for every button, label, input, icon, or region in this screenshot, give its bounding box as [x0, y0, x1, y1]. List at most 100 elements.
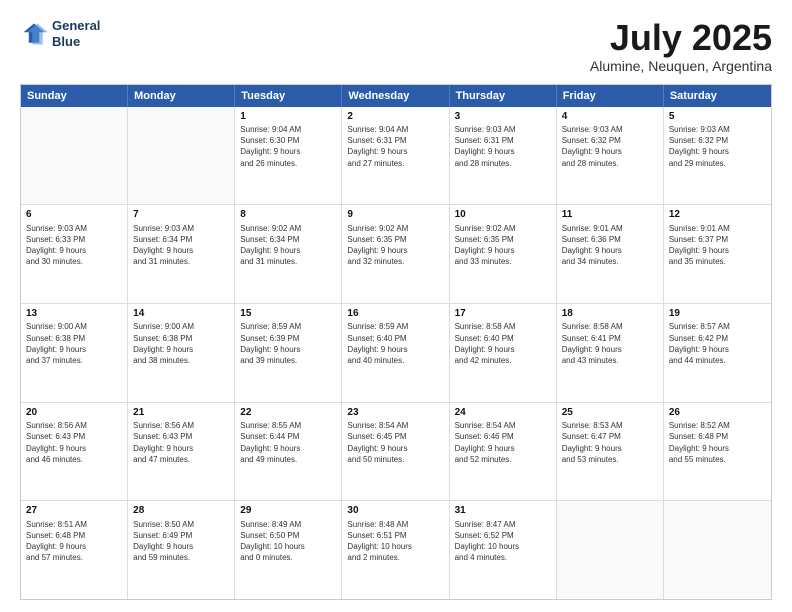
calendar-cell: 10Sunrise: 9:02 AMSunset: 6:35 PMDayligh…: [450, 205, 557, 303]
cell-info: Sunrise: 9:04 AMSunset: 6:31 PMDaylight:…: [347, 124, 443, 169]
calendar-cell: 7Sunrise: 9:03 AMSunset: 6:34 PMDaylight…: [128, 205, 235, 303]
calendar-header: SundayMondayTuesdayWednesdayThursdayFrid…: [21, 85, 771, 107]
day-number: 1: [240, 110, 336, 124]
cell-info: Sunrise: 9:04 AMSunset: 6:30 PMDaylight:…: [240, 124, 336, 169]
calendar-cell: 15Sunrise: 8:59 AMSunset: 6:39 PMDayligh…: [235, 304, 342, 402]
day-number: 24: [455, 406, 551, 420]
day-number: 6: [26, 208, 122, 222]
calendar-cell: 2Sunrise: 9:04 AMSunset: 6:31 PMDaylight…: [342, 107, 449, 205]
day-number: 26: [669, 406, 766, 420]
calendar-cell: 24Sunrise: 8:54 AMSunset: 6:46 PMDayligh…: [450, 403, 557, 501]
day-number: 10: [455, 208, 551, 222]
calendar-cell: 9Sunrise: 9:02 AMSunset: 6:35 PMDaylight…: [342, 205, 449, 303]
cell-info: Sunrise: 8:47 AMSunset: 6:52 PMDaylight:…: [455, 519, 551, 564]
main-title: July 2025: [590, 18, 772, 58]
calendar-row: 13Sunrise: 9:00 AMSunset: 6:38 PMDayligh…: [21, 304, 771, 403]
cell-info: Sunrise: 9:03 AMSunset: 6:33 PMDaylight:…: [26, 223, 122, 268]
day-number: 9: [347, 208, 443, 222]
calendar-cell: 4Sunrise: 9:03 AMSunset: 6:32 PMDaylight…: [557, 107, 664, 205]
calendar-cell: 21Sunrise: 8:56 AMSunset: 6:43 PMDayligh…: [128, 403, 235, 501]
calendar-cell: 30Sunrise: 8:48 AMSunset: 6:51 PMDayligh…: [342, 501, 449, 599]
cell-info: Sunrise: 9:02 AMSunset: 6:34 PMDaylight:…: [240, 223, 336, 268]
cell-info: Sunrise: 8:50 AMSunset: 6:49 PMDaylight:…: [133, 519, 229, 564]
calendar: SundayMondayTuesdayWednesdayThursdayFrid…: [20, 84, 772, 600]
cell-info: Sunrise: 9:02 AMSunset: 6:35 PMDaylight:…: [347, 223, 443, 268]
calendar-cell: 12Sunrise: 9:01 AMSunset: 6:37 PMDayligh…: [664, 205, 771, 303]
cell-info: Sunrise: 8:58 AMSunset: 6:41 PMDaylight:…: [562, 321, 658, 366]
day-number: 20: [26, 406, 122, 420]
day-number: 13: [26, 307, 122, 321]
calendar-cell: 14Sunrise: 9:00 AMSunset: 6:38 PMDayligh…: [128, 304, 235, 402]
empty-cell: [664, 501, 771, 599]
day-number: 8: [240, 208, 336, 222]
title-block: July 2025 Alumine, Neuquen, Argentina: [590, 18, 772, 74]
calendar-cell: 5Sunrise: 9:03 AMSunset: 6:32 PMDaylight…: [664, 107, 771, 205]
subtitle: Alumine, Neuquen, Argentina: [590, 58, 772, 74]
cell-info: Sunrise: 8:54 AMSunset: 6:45 PMDaylight:…: [347, 420, 443, 465]
calendar-cell: 18Sunrise: 8:58 AMSunset: 6:41 PMDayligh…: [557, 304, 664, 402]
cell-info: Sunrise: 9:00 AMSunset: 6:38 PMDaylight:…: [133, 321, 229, 366]
calendar-cell: 3Sunrise: 9:03 AMSunset: 6:31 PMDaylight…: [450, 107, 557, 205]
day-number: 2: [347, 110, 443, 124]
empty-cell: [21, 107, 128, 205]
calendar-cell: 26Sunrise: 8:52 AMSunset: 6:48 PMDayligh…: [664, 403, 771, 501]
day-number: 27: [26, 504, 122, 518]
calendar-cell: 23Sunrise: 8:54 AMSunset: 6:45 PMDayligh…: [342, 403, 449, 501]
cell-info: Sunrise: 8:57 AMSunset: 6:42 PMDaylight:…: [669, 321, 766, 366]
weekday-header: Monday: [128, 85, 235, 107]
day-number: 30: [347, 504, 443, 518]
day-number: 4: [562, 110, 658, 124]
day-number: 29: [240, 504, 336, 518]
day-number: 11: [562, 208, 658, 222]
logo-text: General Blue: [52, 18, 100, 49]
day-number: 18: [562, 307, 658, 321]
calendar-cell: 11Sunrise: 9:01 AMSunset: 6:36 PMDayligh…: [557, 205, 664, 303]
cell-info: Sunrise: 8:53 AMSunset: 6:47 PMDaylight:…: [562, 420, 658, 465]
day-number: 19: [669, 307, 766, 321]
empty-cell: [557, 501, 664, 599]
cell-info: Sunrise: 8:51 AMSunset: 6:48 PMDaylight:…: [26, 519, 122, 564]
calendar-row: 1Sunrise: 9:04 AMSunset: 6:30 PMDaylight…: [21, 107, 771, 206]
cell-info: Sunrise: 9:02 AMSunset: 6:35 PMDaylight:…: [455, 223, 551, 268]
cell-info: Sunrise: 8:56 AMSunset: 6:43 PMDaylight:…: [133, 420, 229, 465]
weekday-header: Tuesday: [235, 85, 342, 107]
day-number: 28: [133, 504, 229, 518]
header: General Blue July 2025 Alumine, Neuquen,…: [20, 18, 772, 74]
day-number: 22: [240, 406, 336, 420]
day-number: 12: [669, 208, 766, 222]
cell-info: Sunrise: 9:03 AMSunset: 6:34 PMDaylight:…: [133, 223, 229, 268]
calendar-row: 6Sunrise: 9:03 AMSunset: 6:33 PMDaylight…: [21, 205, 771, 304]
day-number: 7: [133, 208, 229, 222]
logo: General Blue: [20, 18, 100, 49]
calendar-cell: 16Sunrise: 8:59 AMSunset: 6:40 PMDayligh…: [342, 304, 449, 402]
day-number: 17: [455, 307, 551, 321]
cell-info: Sunrise: 9:01 AMSunset: 6:36 PMDaylight:…: [562, 223, 658, 268]
day-number: 5: [669, 110, 766, 124]
cell-info: Sunrise: 9:03 AMSunset: 6:32 PMDaylight:…: [562, 124, 658, 169]
day-number: 25: [562, 406, 658, 420]
weekday-header: Saturday: [664, 85, 771, 107]
empty-cell: [128, 107, 235, 205]
day-number: 23: [347, 406, 443, 420]
day-number: 31: [455, 504, 551, 518]
day-number: 21: [133, 406, 229, 420]
day-number: 3: [455, 110, 551, 124]
calendar-cell: 25Sunrise: 8:53 AMSunset: 6:47 PMDayligh…: [557, 403, 664, 501]
cell-info: Sunrise: 9:03 AMSunset: 6:31 PMDaylight:…: [455, 124, 551, 169]
page: General Blue July 2025 Alumine, Neuquen,…: [0, 0, 792, 612]
calendar-cell: 8Sunrise: 9:02 AMSunset: 6:34 PMDaylight…: [235, 205, 342, 303]
cell-info: Sunrise: 8:59 AMSunset: 6:40 PMDaylight:…: [347, 321, 443, 366]
cell-info: Sunrise: 8:55 AMSunset: 6:44 PMDaylight:…: [240, 420, 336, 465]
cell-info: Sunrise: 9:00 AMSunset: 6:38 PMDaylight:…: [26, 321, 122, 366]
calendar-cell: 31Sunrise: 8:47 AMSunset: 6:52 PMDayligh…: [450, 501, 557, 599]
cell-info: Sunrise: 8:56 AMSunset: 6:43 PMDaylight:…: [26, 420, 122, 465]
weekday-header: Wednesday: [342, 85, 449, 107]
cell-info: Sunrise: 9:01 AMSunset: 6:37 PMDaylight:…: [669, 223, 766, 268]
day-number: 14: [133, 307, 229, 321]
cell-info: Sunrise: 8:59 AMSunset: 6:39 PMDaylight:…: [240, 321, 336, 366]
weekday-header: Thursday: [450, 85, 557, 107]
calendar-cell: 29Sunrise: 8:49 AMSunset: 6:50 PMDayligh…: [235, 501, 342, 599]
cell-info: Sunrise: 8:48 AMSunset: 6:51 PMDaylight:…: [347, 519, 443, 564]
calendar-body: 1Sunrise: 9:04 AMSunset: 6:30 PMDaylight…: [21, 107, 771, 599]
calendar-cell: 1Sunrise: 9:04 AMSunset: 6:30 PMDaylight…: [235, 107, 342, 205]
